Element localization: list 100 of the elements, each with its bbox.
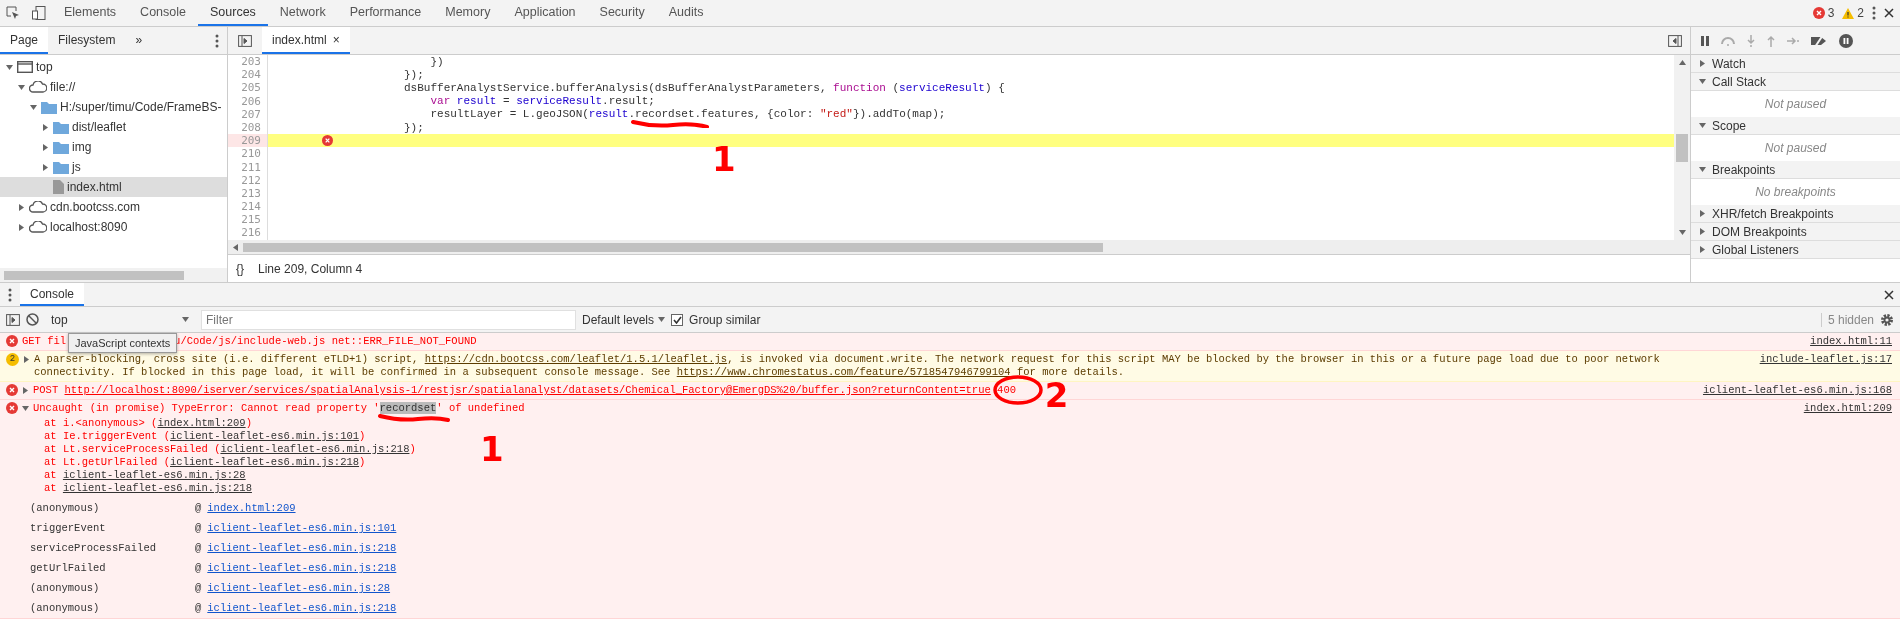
link[interactable]: https://www.chromestatus.com/feature/5718547946799104 — [676, 366, 1011, 378]
navigator-toggle-icon[interactable] — [238, 34, 252, 47]
sidebar-toggle-icon[interactable] — [6, 313, 20, 326]
link[interactable]: iclient-leaflet-es6.min.js:101 — [170, 430, 360, 442]
scrollbar[interactable] — [228, 240, 1690, 254]
panel-tab[interactable]: Audits — [656, 0, 716, 26]
collapsed-triangle-icon[interactable] — [1698, 210, 1706, 217]
more-tabs-button[interactable]: » — [125, 27, 153, 54]
panel-tab[interactable]: Memory — [433, 0, 503, 26]
scrollbar[interactable] — [1674, 55, 1690, 240]
link[interactable]: iclient-leaflet-es6.min.js:28 — [207, 582, 391, 594]
expanded-triangle-icon[interactable] — [1698, 166, 1706, 173]
scroll-down-icon[interactable] — [1678, 229, 1686, 236]
expanded-triangle-icon[interactable] — [1698, 122, 1706, 129]
expanded-triangle-icon[interactable] — [29, 103, 37, 111]
collapsed-triangle-icon[interactable] — [41, 143, 49, 151]
file-tab[interactable]: index.html × — [262, 27, 350, 54]
menu-icon[interactable] — [1872, 6, 1876, 20]
tree-item[interactable]: file:// — [0, 77, 227, 97]
link[interactable]: http://localhost:8090/iserver/services/spatialAnalysis-1/restjsr/spatialanalyst/datasets/Chemical_Factory@EmergDS%20/buffer.json?returnContent=true — [64, 384, 991, 396]
panel-tab[interactable]: Performance — [337, 0, 434, 26]
panel-tab[interactable]: Console — [128, 0, 198, 26]
source-link[interactable]: iclient-leaflet-es6.min.js:168 — [1682, 384, 1892, 397]
caret-icon[interactable] — [182, 316, 189, 323]
tree-item[interactable]: top — [0, 57, 227, 77]
link[interactable]: iclient-leaflet-es6.min.js:218 — [207, 602, 397, 614]
tree-item[interactable]: dist/leaflet — [0, 117, 227, 137]
tree-item[interactable]: H:/super/timu/Code/FrameBS- — [0, 97, 227, 117]
placeholder-text: No breakpoints — [1755, 185, 1836, 199]
expanded-triangle-icon[interactable] — [5, 63, 13, 71]
tree-item[interactable]: index.html — [0, 177, 227, 197]
panel-tab[interactable]: Application — [502, 0, 588, 26]
scroll-left-icon[interactable] — [232, 243, 239, 251]
source-link[interactable]: include-leaflet.js:17 — [1739, 353, 1892, 366]
device-icon[interactable] — [32, 6, 46, 20]
at-sign: @ — [195, 502, 202, 514]
collapsed-triangle-icon[interactable] — [17, 223, 25, 231]
menu-icon[interactable] — [8, 287, 12, 302]
section-header[interactable]: XHR/fetch Breakpoints — [1691, 205, 1900, 223]
debugger-toggle-icon[interactable] — [1668, 34, 1682, 47]
link[interactable]: iclient-leaflet-es6.min.js:218 — [220, 443, 410, 455]
link[interactable]: iclient-leaflet-es6.min.js:218 — [62, 482, 252, 494]
stack-line: ) — [409, 443, 416, 455]
group-similar-checkbox[interactable] — [671, 313, 684, 326]
collapsed-triangle-icon[interactable] — [23, 356, 30, 363]
expanded-triangle-icon[interactable] — [22, 405, 29, 412]
inspect-icon[interactable] — [6, 6, 20, 20]
tree-item[interactable]: img — [0, 137, 227, 157]
tree-item[interactable]: cdn.bootcss.com — [0, 197, 227, 217]
section-header[interactable]: DOM Breakpoints — [1691, 223, 1900, 241]
panel-tab[interactable]: Network — [267, 0, 338, 26]
pretty-print-button[interactable]: {} — [236, 261, 244, 276]
menu-icon[interactable] — [215, 33, 219, 48]
panel-tab[interactable]: Elements — [52, 0, 129, 26]
scrollbar-thumb[interactable] — [1676, 133, 1688, 162]
settings-icon[interactable] — [1880, 312, 1894, 327]
levels-dropdown[interactable]: Default levels — [582, 312, 666, 327]
drawer-tab[interactable]: Console — [20, 283, 85, 306]
link[interactable]: iclient-leaflet-es6.min.js:101 — [207, 522, 397, 534]
clear-icon[interactable] — [26, 313, 39, 326]
collapsed-triangle-icon[interactable] — [22, 387, 29, 394]
panel-tab[interactable]: Security — [587, 0, 657, 26]
section-header[interactable]: Scope — [1691, 117, 1900, 135]
pause-icon[interactable] — [1701, 35, 1709, 46]
collapsed-triangle-icon[interactable] — [1698, 246, 1706, 253]
expanded-triangle-icon[interactable] — [17, 83, 25, 91]
section-header[interactable]: Watch — [1691, 55, 1900, 73]
collapsed-triangle-icon[interactable] — [1698, 228, 1706, 235]
section-header[interactable]: Call Stack — [1691, 73, 1900, 91]
navigator-tab[interactable]: Filesystem — [48, 27, 126, 54]
section-header[interactable]: Breakpoints — [1691, 161, 1900, 179]
navigator-tab[interactable]: Page — [0, 27, 49, 54]
source-link[interactable]: index.html:11 — [1790, 335, 1892, 348]
warning-count[interactable]: 2 — [1842, 6, 1864, 20]
scrollbar[interactable] — [0, 268, 227, 282]
collapsed-triangle-icon[interactable] — [17, 203, 25, 211]
context-select[interactable]: top — [45, 312, 195, 327]
link[interactable]: index.html:209 — [207, 502, 296, 514]
link[interactable]: https://cdn.bootcss.com/leaflet/1.5.1/leaflet.js — [424, 353, 728, 365]
tree-item[interactable]: localhost:8090 — [0, 217, 227, 237]
pause-on-exceptions-icon[interactable] — [1839, 33, 1853, 48]
source-link[interactable]: index.html:209 — [1783, 402, 1892, 415]
collapsed-triangle-icon[interactable] — [1698, 60, 1706, 67]
error-count[interactable]: 3 — [1812, 6, 1835, 20]
collapsed-triangle-icon[interactable] — [41, 163, 49, 171]
link[interactable]: iclient-leaflet-es6.min.js:28 — [62, 469, 246, 481]
link[interactable]: iclient-leaflet-es6.min.js:218 — [170, 456, 360, 468]
expanded-triangle-icon[interactable] — [1698, 78, 1706, 85]
section-header[interactable]: Global Listeners — [1691, 241, 1900, 259]
link[interactable]: index.html:209 — [157, 417, 246, 429]
filter-field[interactable]: Filter — [201, 309, 576, 330]
deactivate-breakpoints-icon[interactable] — [1811, 34, 1827, 47]
close-icon[interactable] — [1884, 8, 1894, 18]
scroll-up-icon[interactable] — [1678, 59, 1686, 66]
tree-item[interactable]: js — [0, 157, 227, 177]
collapsed-triangle-icon[interactable] — [41, 123, 49, 131]
link[interactable]: iclient-leaflet-es6.min.js:218 — [207, 542, 397, 554]
link[interactable]: iclient-leaflet-es6.min.js:218 — [207, 562, 397, 574]
caret-icon[interactable] — [658, 316, 666, 323]
close-icon[interactable] — [1884, 289, 1894, 300]
